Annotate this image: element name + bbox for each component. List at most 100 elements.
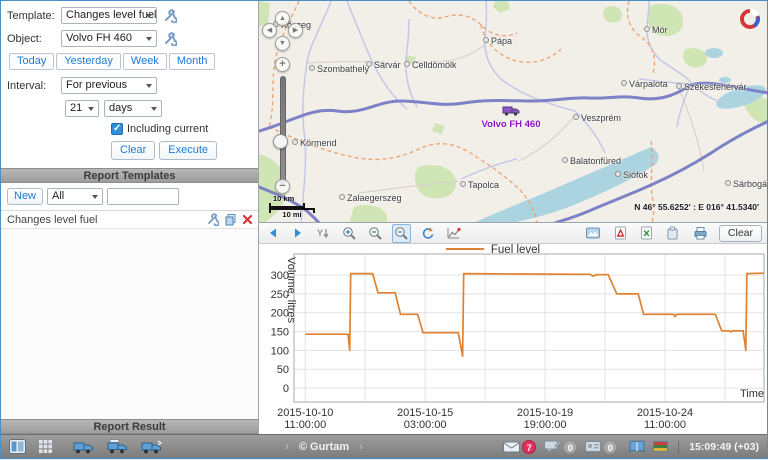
chart-clear-button[interactable]: Clear [719, 225, 762, 242]
right-column: KőszegSzombathelyKörmendZalaegerszegSárv… [259, 1, 767, 434]
map-zoom-slider-handle[interactable] [273, 134, 288, 149]
chart-export-excel-icon[interactable] [638, 224, 655, 242]
map-scale-km-label: 10 km [273, 194, 315, 203]
template-list-item[interactable]: Changes level fuel [1, 211, 258, 229]
map-zoom-in-button[interactable]: + [275, 57, 290, 72]
chart-plot-frame [294, 254, 764, 402]
map-canvas[interactable]: KőszegSzombathelyKörmendZalaegerszegSárv… [259, 1, 767, 223]
period-tabs: Today Yesterday Week Month [9, 53, 252, 70]
layout-panels-icon[interactable] [9, 439, 26, 454]
messages-button[interactable]: 0 [544, 440, 577, 454]
svg-text:2015-10-1919:00:00: 2015-10-1919:00:00 [517, 407, 573, 431]
locale-flag-icon[interactable] [653, 441, 668, 452]
svg-text:150: 150 [271, 327, 289, 339]
chevron-left-icon[interactable]: › [285, 441, 289, 453]
report-templates-header: Report Templates [1, 168, 258, 183]
main-area: Template: Changes level fuel Object: Vol… [1, 1, 767, 434]
monitoring-truck-icon[interactable] [73, 440, 95, 454]
map-zoom-out-button[interactable]: − [275, 179, 290, 194]
vehicle-label[interactable]: Volvo FH 460 [482, 119, 541, 130]
map-scale: 10 km 10 mi [269, 194, 315, 213]
map-water [469, 48, 767, 223]
template-item-name: Changes level fuel [7, 214, 201, 226]
map-pan-left-button[interactable]: ◀ [262, 23, 277, 38]
chart-y-autoscale-icon[interactable]: Y [314, 224, 333, 242]
tracks-truck-icon[interactable] [107, 439, 129, 454]
object-select-value: Volvo FH 460 [66, 32, 132, 44]
svg-text:100: 100 [271, 345, 289, 357]
templates-filter-value: All [52, 190, 64, 202]
template-delete-icon[interactable] [242, 214, 253, 225]
map-coordinates: N 46° 55.6252' : E 016° 41.5340' [634, 202, 759, 212]
map-scale-mi-label: 10 mi [282, 210, 301, 219]
tab-month[interactable]: Month [169, 53, 216, 70]
interval-count-value: 21 [70, 102, 82, 114]
status-bar: › © Gurtam › 7 0 0 15:09:49 (+03) [1, 434, 767, 458]
chart-print-icon[interactable] [691, 224, 710, 242]
chart-zoom-reset-icon[interactable] [392, 224, 411, 243]
chart-zoom-in-icon[interactable] [340, 224, 359, 243]
app-window: Template: Changes level fuel Object: Vol… [0, 0, 768, 459]
interval-count-select[interactable]: 21 [65, 100, 99, 117]
chart-export-pdf-icon[interactable] [612, 224, 629, 242]
svg-text:2015-10-2411:00:00: 2015-10-2411:00:00 [637, 407, 693, 431]
map-scale-mi-bar: 10 mi [269, 208, 315, 213]
fuel-level-chart[interactable]: 0501001502002503002015-10-1011:00:002015… [259, 244, 767, 434]
template-copy-icon[interactable] [224, 213, 237, 226]
map-pan-right-button[interactable]: ▶ [288, 23, 303, 38]
new-template-button[interactable]: New [7, 188, 43, 205]
chart-panel: Y Clear Fuel level [259, 223, 767, 434]
loading-spinner-icon [739, 8, 761, 35]
template-edit-wrench-icon[interactable] [163, 9, 177, 23]
tab-week[interactable]: Week [123, 53, 167, 70]
svg-text:2015-10-1011:00:00: 2015-10-1011:00:00 [277, 407, 333, 431]
chart-gridlines [294, 254, 764, 402]
object-edit-wrench-icon[interactable] [163, 32, 177, 46]
report-form: Template: Changes level fuel Object: Vol… [1, 1, 258, 168]
chart-zoom-out-icon[interactable] [366, 224, 385, 243]
execute-button[interactable]: Execute [159, 141, 217, 160]
interval-unit-select[interactable]: days [104, 100, 162, 117]
svg-text:Y: Y [317, 228, 323, 238]
map-pan-up-button[interactable]: ▲ [275, 11, 290, 26]
interval-type-select[interactable]: For previous [61, 77, 157, 94]
notifications-badge: 7 [522, 440, 536, 454]
tab-yesterday[interactable]: Yesterday [56, 53, 121, 70]
interval-type-value: For previous [66, 79, 127, 91]
chevron-right-icon[interactable]: › [359, 441, 363, 453]
drivers-badge: 0 [603, 440, 617, 454]
chart-next-button[interactable] [289, 224, 307, 242]
chart-toolbar: Y Clear [259, 223, 767, 244]
object-select[interactable]: Volvo FH 460 [61, 30, 157, 47]
template-edit-wrench-icon[interactable] [206, 213, 219, 226]
chart-copy-icon[interactable] [664, 224, 682, 242]
sensors-truck-icon[interactable] [141, 440, 163, 454]
templates-search-input[interactable] [107, 188, 179, 205]
tab-today[interactable]: Today [9, 53, 54, 70]
including-current-checkbox[interactable] [111, 123, 123, 135]
notifications-button[interactable]: 7 [503, 440, 536, 454]
object-label: Object: [7, 33, 61, 45]
help-book-icon[interactable] [629, 440, 645, 453]
copyright-label[interactable]: © Gurtam [299, 441, 349, 453]
templates-filter-select[interactable]: All [47, 188, 103, 205]
chart-x-axis-label: Time [740, 388, 764, 400]
drivers-button[interactable]: 0 [585, 440, 617, 454]
chart-refresh-icon[interactable] [418, 224, 437, 243]
templates-toolbar: New All [1, 183, 258, 211]
svg-text:0: 0 [283, 383, 289, 395]
messages-badge: 0 [563, 440, 577, 454]
chart-settings-icon[interactable] [444, 224, 463, 243]
report-panel: Template: Changes level fuel Object: Vol… [1, 1, 259, 434]
chart-export-image-icon[interactable] [583, 224, 603, 242]
templates-empty-area [1, 229, 258, 419]
chart-prev-button[interactable] [264, 224, 282, 242]
clear-button[interactable]: Clear [111, 141, 155, 160]
apps-grid-icon[interactable] [38, 439, 53, 454]
chart-x-tick-labels: 2015-10-1011:00:002015-10-1503:00:002015… [277, 407, 693, 431]
map-pan-down-button[interactable]: ▼ [275, 36, 290, 51]
template-select[interactable]: Changes level fuel [61, 7, 157, 24]
including-current-label: Including current [127, 123, 208, 135]
clock-time: 15:09:49 (+03) [678, 441, 759, 453]
map-zoom-slider-track[interactable] [280, 76, 286, 184]
